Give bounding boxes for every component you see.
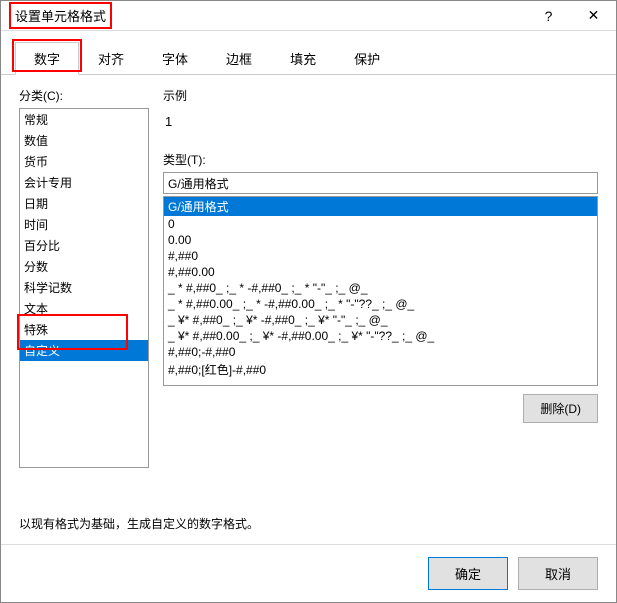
format-item[interactable]: G/通用格式 — [164, 197, 597, 216]
format-listbox[interactable]: G/通用格式 0 0.00 #,##0 #,##0.00 _ * #,##0_ … — [163, 196, 598, 386]
dialog-title: 设置单元格格式 — [9, 2, 112, 29]
category-item[interactable]: 日期 — [20, 193, 148, 214]
category-item[interactable]: 常规 — [20, 109, 148, 130]
category-item[interactable]: 时间 — [20, 214, 148, 235]
format-item[interactable]: #,##0;-#,##0 — [164, 344, 597, 360]
category-label: 分类(C): — [19, 87, 149, 104]
format-item[interactable]: _ ¥* #,##0.00_ ;_ ¥* -#,##0.00_ ;_ ¥* "-… — [164, 328, 597, 344]
type-input[interactable] — [163, 172, 598, 194]
tab-font[interactable]: 字体 — [143, 42, 207, 75]
tab-label: 数字 — [34, 52, 60, 67]
category-item[interactable]: 特殊 — [20, 319, 148, 340]
format-item[interactable]: 0.00 — [164, 232, 597, 248]
dialog-body: 分类(C): 常规 数值 货币 会计专用 日期 时间 百分比 分数 科学记数 文… — [1, 75, 616, 544]
category-item[interactable]: 数值 — [20, 130, 148, 151]
tabs: 数字 对齐 字体 边框 填充 保护 — [1, 31, 616, 75]
format-item[interactable]: _ * #,##0_ ;_ * -#,##0_ ;_ * "-"_ ;_ @_ — [164, 280, 597, 296]
format-item[interactable]: #,##0;[红色]-#,##0 — [164, 360, 597, 379]
delete-button[interactable]: 删除(D) — [523, 394, 598, 423]
cancel-button[interactable]: 取消 — [518, 557, 598, 590]
options-panel: 示例 1 类型(T): G/通用格式 0 0.00 #,##0 #,##0.00… — [163, 87, 598, 499]
format-cells-dialog: 设置单元格格式 ? ✕ 数字 对齐 字体 边框 填充 保护 分类(C): 常规 … — [0, 0, 617, 603]
note-text: 以现有格式为基础，生成自定义的数字格式。 — [19, 515, 598, 532]
tab-number[interactable]: 数字 — [15, 42, 79, 75]
titlebar: 设置单元格格式 ? ✕ — [1, 1, 616, 31]
format-item[interactable]: 0 — [164, 216, 597, 232]
category-item[interactable]: 货币 — [20, 151, 148, 172]
format-item[interactable]: #,##0 — [164, 248, 597, 264]
category-item[interactable]: 百分比 — [20, 235, 148, 256]
format-item[interactable]: #,##0.00 — [164, 264, 597, 280]
tab-protect[interactable]: 保护 — [335, 42, 399, 75]
format-item[interactable]: _ ¥* #,##0_ ;_ ¥* -#,##0_ ;_ ¥* "-"_ ;_ … — [164, 312, 597, 328]
sample-value: 1 — [163, 108, 598, 139]
tab-align[interactable]: 对齐 — [79, 42, 143, 75]
category-listbox[interactable]: 常规 数值 货币 会计专用 日期 时间 百分比 分数 科学记数 文本 特殊 自定… — [19, 108, 149, 468]
category-item[interactable]: 文本 — [20, 298, 148, 319]
sample-label: 示例 — [163, 87, 598, 104]
tab-fill[interactable]: 填充 — [271, 42, 335, 75]
category-panel: 分类(C): 常规 数值 货币 会计专用 日期 时间 百分比 分数 科学记数 文… — [19, 87, 149, 499]
tab-border[interactable]: 边框 — [207, 42, 271, 75]
dialog-footer: 确定 取消 — [1, 544, 616, 602]
close-button[interactable]: ✕ — [571, 1, 616, 31]
category-item-custom[interactable]: 自定义 — [20, 340, 148, 361]
category-item[interactable]: 分数 — [20, 256, 148, 277]
format-item[interactable]: _ * #,##0.00_ ;_ * -#,##0.00_ ;_ * "-"??… — [164, 296, 597, 312]
type-label: 类型(T): — [163, 151, 598, 168]
help-button[interactable]: ? — [526, 1, 571, 31]
category-item[interactable]: 科学记数 — [20, 277, 148, 298]
category-item[interactable]: 会计专用 — [20, 172, 148, 193]
ok-button[interactable]: 确定 — [428, 557, 508, 590]
